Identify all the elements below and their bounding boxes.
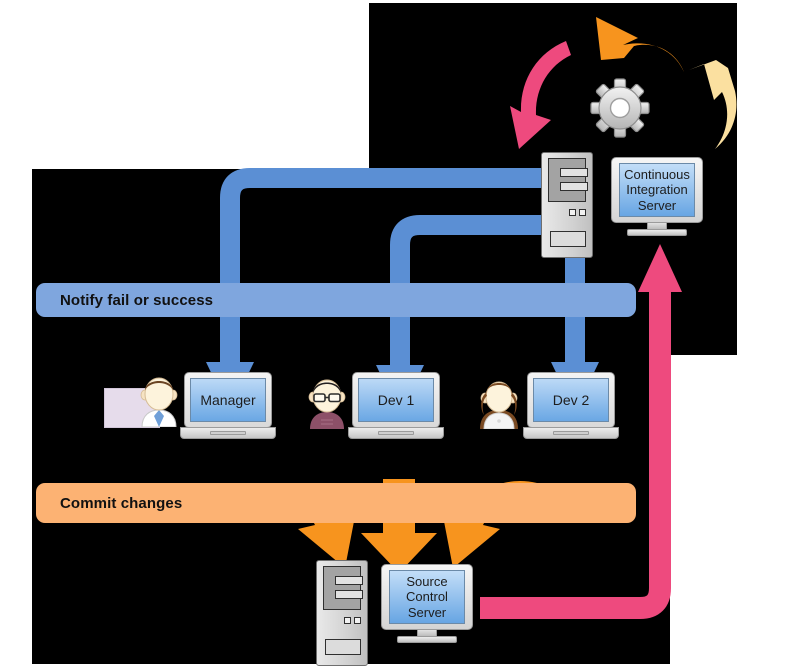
laptop-trackpad (553, 431, 589, 435)
tower-led-icon (344, 617, 351, 624)
source-control-monitor[interactable]: Source Control Server (381, 564, 473, 652)
diagram-canvas: Notify fail or success Commit changes Co… (0, 0, 792, 666)
ci-server-label: Continuous Integration Server (624, 167, 690, 213)
tower-led-icon (579, 209, 586, 216)
tower-drive-bay (325, 639, 361, 655)
tower-led-icon (354, 617, 361, 624)
source-control-label: Source Control Server (406, 574, 448, 620)
tower-drive-slot (560, 168, 588, 177)
manager-laptop[interactable]: Manager (180, 372, 276, 442)
gear-icon (590, 78, 650, 138)
banner-notify-fail-or-success: Notify fail or success (36, 283, 636, 317)
tower-drive-slot (335, 576, 363, 585)
laptop-trackpad (210, 431, 246, 435)
manager-avatar (140, 377, 178, 427)
tower-drive-slot (335, 590, 363, 599)
source-control-tower[interactable] (316, 560, 368, 666)
banner-notify-label: Notify fail or success (60, 291, 214, 309)
cycle-left-arrow-pink (510, 41, 571, 149)
dev2-avatar (480, 381, 518, 429)
monitor-stand (627, 229, 687, 236)
tower-led-icon (569, 209, 576, 216)
ci-server-tower[interactable] (541, 152, 593, 258)
banner-commit-changes: Commit changes (36, 483, 636, 523)
dev2-label: Dev 2 (552, 391, 590, 408)
source-control-screen[interactable]: Source Control Server (389, 570, 465, 624)
tower-front-panel (548, 158, 588, 202)
tower-drive-bay (550, 231, 586, 247)
dev1-screen[interactable]: Dev 1 (358, 378, 434, 422)
manager-label: Manager (200, 391, 256, 408)
laptop-trackpad (378, 431, 414, 435)
dev1-laptop[interactable]: Dev 1 (348, 372, 444, 442)
cycle-right-arrow-cream (689, 60, 737, 149)
monitor-stand (397, 636, 457, 643)
cycle-top-arrow-orange (596, 17, 684, 72)
ci-server-monitor[interactable]: Continuous Integration Server (611, 157, 703, 245)
banner-commit-label: Commit changes (60, 494, 183, 512)
dev2-laptop[interactable]: Dev 2 (523, 372, 619, 442)
manager-screen[interactable]: Manager (190, 378, 266, 422)
ci-server-screen[interactable]: Continuous Integration Server (619, 163, 695, 217)
dev2-screen[interactable]: Dev 2 (533, 378, 609, 422)
tower-drive-slot (560, 182, 588, 191)
dev1-avatar (308, 379, 346, 429)
tower-front-panel (323, 566, 363, 610)
dev1-label: Dev 1 (377, 391, 415, 408)
